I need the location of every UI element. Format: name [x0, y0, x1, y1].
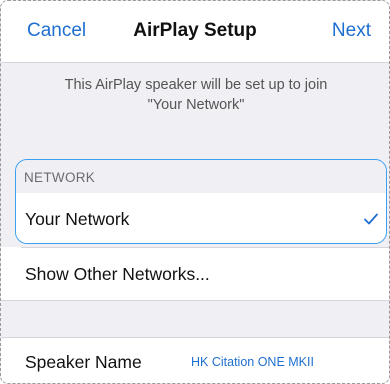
row-divider	[21, 247, 389, 248]
info-line-1: This AirPlay speaker will be set up to j…	[64, 77, 328, 93]
setup-info-text: This AirPlay speaker will be set up to j…	[25, 75, 367, 115]
speaker-name-value[interactable]: HK Citation ONE MKII	[191, 355, 314, 369]
show-other-networks-label: Show Other Networks...	[25, 264, 210, 284]
airplay-setup-screen: AirPlay Setup Cancel Next This AirPlay s…	[0, 0, 390, 384]
network-section-header: NETWORK	[16, 160, 386, 193]
show-other-networks-row[interactable]: Show Other Networks...	[1, 247, 389, 301]
speaker-name-label: Speaker Name	[25, 352, 142, 372]
section-header-label: NETWORK	[24, 170, 96, 185]
info-line-2: "Your Network"	[147, 97, 245, 113]
cancel-button[interactable]: Cancel	[27, 20, 86, 42]
network-row-selected[interactable]: Your Network	[16, 193, 386, 243]
network-name: Your Network	[25, 209, 130, 229]
network-section: NETWORK Your Network	[15, 159, 387, 244]
checkmark-icon	[364, 213, 378, 225]
next-button[interactable]: Next	[332, 20, 371, 42]
navigation-bar: AirPlay Setup Cancel Next	[1, 1, 389, 63]
speaker-name-row[interactable]: Speaker Name HK Citation ONE MKII	[1, 337, 389, 383]
